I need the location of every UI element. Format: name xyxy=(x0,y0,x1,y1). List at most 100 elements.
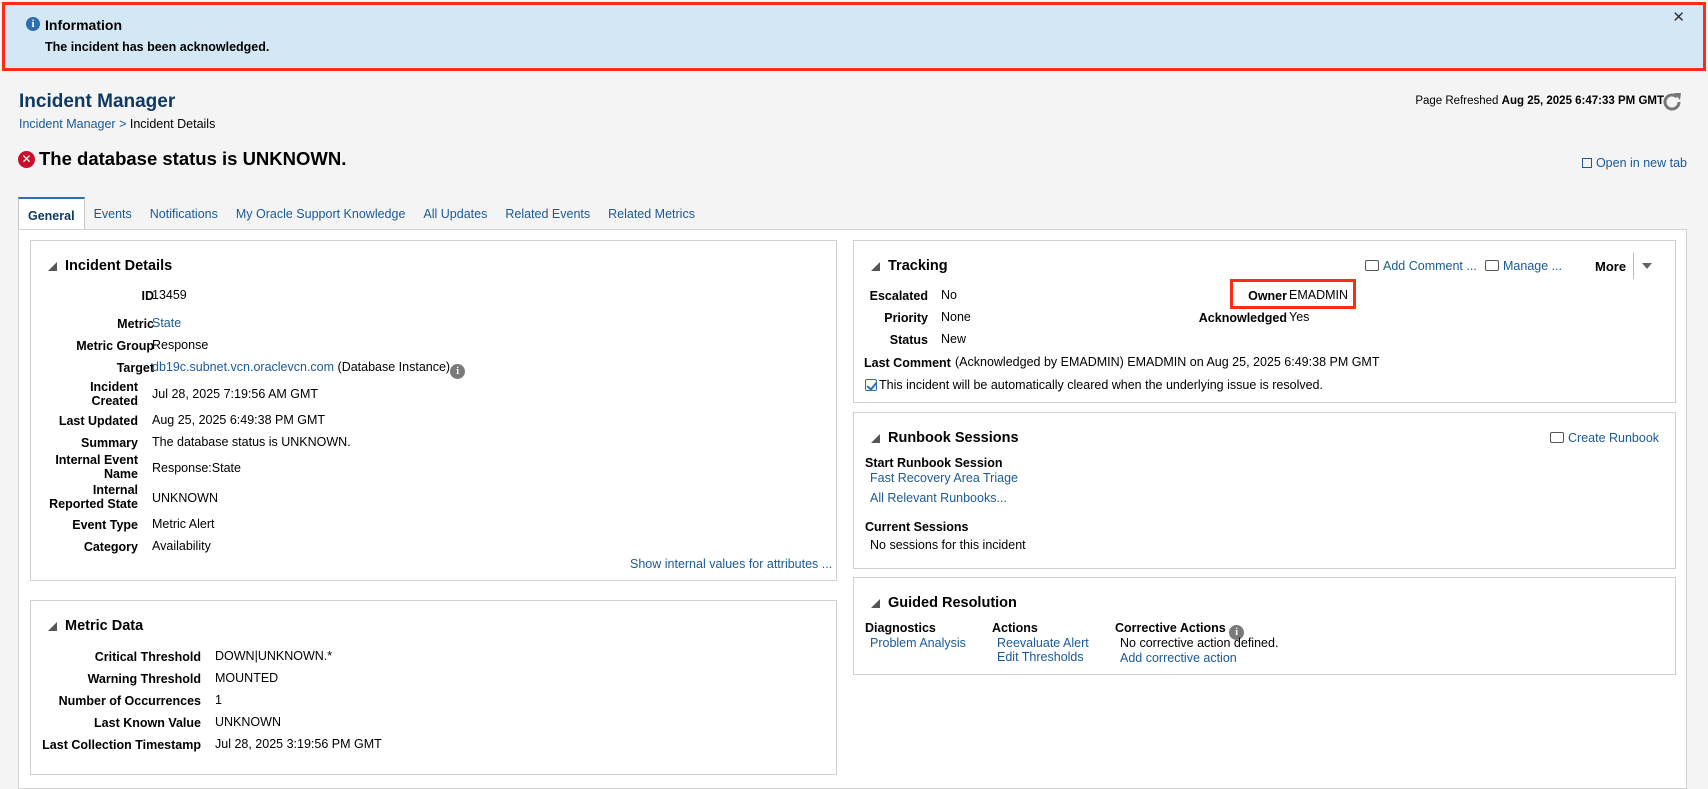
priority-label: Priority xyxy=(884,311,928,325)
collapse-icon[interactable] xyxy=(871,261,880,271)
collapse-icon[interactable] xyxy=(48,261,57,271)
last-collection-value: Jul 28, 2025 3:19:56 PM GMT xyxy=(215,737,382,751)
info-icon: i xyxy=(26,17,40,31)
open-in-new-tab-link[interactable]: Open in new tab xyxy=(1581,156,1687,170)
internal-reported-state-label: Internal Reported State xyxy=(49,483,138,511)
last-updated-label: Last Updated xyxy=(58,414,138,428)
manage-icon xyxy=(1485,260,1499,271)
edit-icon xyxy=(1550,432,1564,443)
category-value: Availability xyxy=(152,539,211,553)
metric-data-panel: Metric Data Critical Threshold DOWN|UNKN… xyxy=(30,600,837,775)
more-menu[interactable]: More xyxy=(1595,259,1626,274)
no-corrective-text: No corrective action defined. xyxy=(1120,636,1279,650)
last-collection-label: Last Collection Timestamp xyxy=(42,738,201,752)
summary-label: Summary xyxy=(81,436,138,450)
tab-bar: General Events Notifications My Oracle S… xyxy=(18,197,704,230)
breadcrumb: Incident Manager > Incident Details xyxy=(19,117,215,131)
incident-heading: ✕ The database status is UNKNOWN. xyxy=(18,148,346,170)
target-label: Target xyxy=(116,361,154,375)
last-known-value: UNKNOWN xyxy=(215,715,281,729)
error-icon: ✕ xyxy=(18,150,35,168)
event-type-value: Metric Alert xyxy=(152,517,215,531)
fast-recovery-link[interactable]: Fast Recovery Area Triage xyxy=(870,471,1018,485)
edit-thresholds-link[interactable]: Edit Thresholds xyxy=(997,650,1084,664)
info-banner: i Information The incident has been ackn… xyxy=(2,2,1706,71)
collapse-icon[interactable] xyxy=(871,598,880,608)
tab-general[interactable]: General xyxy=(18,197,85,230)
more-divider xyxy=(1633,253,1634,279)
page-refreshed: Page Refreshed Aug 25, 2025 6:47:33 PM G… xyxy=(1415,95,1664,107)
tab-all-updates[interactable]: All Updates xyxy=(414,197,496,230)
guided-resolution-title[interactable]: Guided Resolution xyxy=(871,595,1017,611)
manage-button[interactable]: Manage ... xyxy=(1485,259,1562,273)
auto-clear-note: This incident will be automatically clea… xyxy=(865,378,1323,392)
status-label: Status xyxy=(889,333,928,347)
occurrences-label: Number of Occurrences xyxy=(58,694,201,708)
internal-reported-state-value: UNKNOWN xyxy=(152,491,218,505)
comment-icon xyxy=(1365,260,1379,271)
actions-label: Actions xyxy=(992,621,1038,635)
add-comment-button[interactable]: Add Comment ... xyxy=(1365,259,1477,273)
current-sessions-label: Current Sessions xyxy=(865,520,969,534)
last-comment-label: Last Comment xyxy=(864,356,951,370)
acknowledged-label: Acknowledged xyxy=(1198,311,1287,325)
tab-events[interactable]: Events xyxy=(85,197,141,230)
escalated-value: No xyxy=(941,288,957,302)
banner-title: Information xyxy=(45,17,122,33)
show-internal-values-link[interactable]: Show internal values for attributes ... xyxy=(630,557,832,571)
chevron-down-icon[interactable] xyxy=(1642,263,1652,269)
add-corrective-action-link[interactable]: Add corrective action xyxy=(1120,651,1237,665)
reevaluate-alert-link[interactable]: Reevaluate Alert xyxy=(997,636,1089,650)
breadcrumb-incident-manager[interactable]: Incident Manager xyxy=(19,117,116,131)
info-icon[interactable]: i xyxy=(450,364,466,379)
breadcrumb-separator: > xyxy=(119,117,127,131)
last-comment-value: (Acknowledged by EMADMIN) EMADMIN on Aug… xyxy=(955,355,1380,369)
tab-related-metrics[interactable]: Related Metrics xyxy=(599,197,704,230)
runbook-sessions-title[interactable]: Runbook Sessions xyxy=(871,430,1019,446)
create-runbook-button[interactable]: Create Runbook xyxy=(1550,431,1659,445)
summary-value: The database status is UNKNOWN. xyxy=(152,435,351,449)
problem-analysis-link[interactable]: Problem Analysis xyxy=(870,636,966,650)
diagnostics-label: Diagnostics xyxy=(865,621,936,635)
collapse-icon[interactable] xyxy=(48,621,57,631)
refresh-icon[interactable] xyxy=(1660,90,1684,114)
incident-created-value: Jul 28, 2025 7:19:56 AM GMT xyxy=(152,387,319,401)
tracking-title[interactable]: Tracking xyxy=(871,258,948,274)
id-value: 13459 xyxy=(152,288,187,302)
start-runbook-label: Start Runbook Session xyxy=(865,456,1003,470)
warning-threshold-value: MOUNTED xyxy=(215,671,279,685)
tab-my-oracle-support-knowledge[interactable]: My Oracle Support Knowledge xyxy=(227,197,415,230)
tab-related-events[interactable]: Related Events xyxy=(496,197,599,230)
metric-label: Metric xyxy=(117,317,154,331)
incident-heading-text: The database status is UNKNOWN. xyxy=(39,148,347,169)
runbook-sessions-panel: Runbook Sessions Create Runbook Start Ru… xyxy=(853,412,1676,569)
guided-resolution-panel: Guided Resolution Diagnostics Problem An… xyxy=(853,577,1676,675)
warning-threshold-label: Warning Threshold xyxy=(87,672,201,686)
all-relevant-runbooks-link[interactable]: All Relevant Runbooks... xyxy=(870,491,1007,505)
close-icon[interactable]: ✕ xyxy=(1672,8,1685,26)
escalated-label: Escalated xyxy=(869,289,928,303)
metric-link[interactable]: State xyxy=(152,316,181,330)
metric-data-title[interactable]: Metric Data xyxy=(48,618,143,634)
target-value: db19c.subnet.vcn.oraclevcn.com (Database… xyxy=(152,360,466,379)
tab-notifications[interactable]: Notifications xyxy=(141,197,227,230)
target-type: (Database Instance) xyxy=(337,360,451,374)
banner-message: The incident has been acknowledged. xyxy=(45,40,270,54)
category-label: Category xyxy=(83,540,138,554)
acknowledged-value: Yes xyxy=(1289,310,1310,324)
collapse-icon[interactable] xyxy=(871,433,880,443)
incident-created-label: Incident Created xyxy=(90,380,138,408)
incident-details-panel: Incident Details ID 13459 Metric State M… xyxy=(30,240,837,581)
new-tab-icon xyxy=(1581,158,1592,168)
tracking-panel: Tracking Add Comment ... Manage ... More… xyxy=(853,240,1676,403)
metric-group-label: Metric Group xyxy=(76,339,154,353)
id-label: ID xyxy=(141,289,155,303)
incident-details-title[interactable]: Incident Details xyxy=(48,258,172,274)
breadcrumb-current: Incident Details xyxy=(129,117,216,131)
event-type-label: Event Type xyxy=(72,518,138,532)
critical-threshold-label: Critical Threshold xyxy=(94,650,201,664)
last-updated-value: Aug 25, 2025 6:49:38 PM GMT xyxy=(152,413,326,427)
priority-value: None xyxy=(941,310,971,324)
critical-threshold-value: DOWN|UNKNOWN.* xyxy=(215,649,333,663)
target-link[interactable]: db19c.subnet.vcn.oraclevcn.com xyxy=(152,360,334,374)
